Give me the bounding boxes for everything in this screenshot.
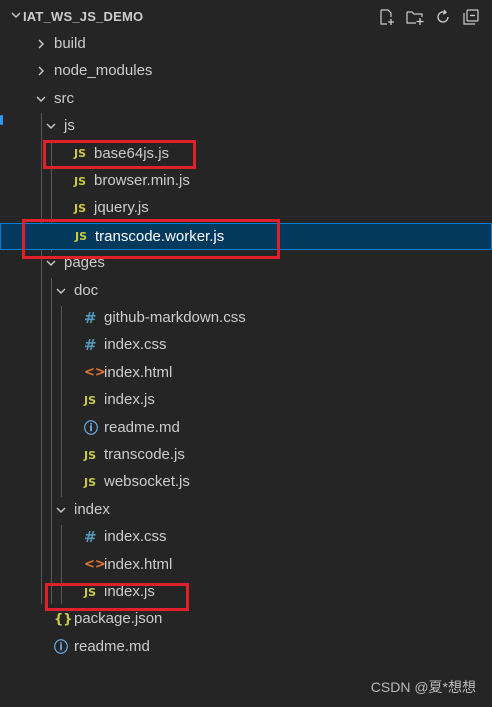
js-file-icon: JS (84, 393, 97, 407)
tree-item-label: index.js (104, 391, 155, 409)
collapse-all-icon[interactable] (460, 6, 482, 28)
html-file-icon: <> (84, 557, 106, 573)
js-file-icon: JS (84, 448, 97, 462)
tree-item-label: index (74, 500, 110, 518)
tree-item-label: index.css (104, 528, 167, 546)
css-file-icon: # (84, 309, 97, 327)
chevron-down-icon[interactable] (35, 93, 47, 105)
tree-file[interactable]: ⓘ readme.md (0, 415, 492, 442)
js-file-icon: JS (74, 174, 87, 188)
tree-item-label: index.css (104, 336, 167, 354)
tree-item-label: package.json (74, 610, 163, 628)
tree-folder[interactable]: src (0, 86, 492, 113)
tree-item-label: browser.min.js (94, 172, 190, 189)
tree-file[interactable]: JS index.js (0, 387, 492, 414)
js-file-icon: JS (74, 201, 87, 215)
chevron-down-icon[interactable] (45, 120, 57, 132)
chevron-down-icon[interactable] (55, 504, 67, 516)
tree-item-label: github-markdown.css (104, 309, 246, 326)
json-file-icon: {} (54, 611, 73, 627)
info-icon: ⓘ (84, 420, 98, 437)
tree-folder[interactable]: index (0, 497, 492, 524)
info-icon: ⓘ (54, 639, 68, 656)
tree-file[interactable]: # index.css (0, 524, 492, 551)
explorer-actions (376, 6, 482, 28)
tree-file[interactable]: <> index.html (0, 552, 492, 579)
tree-file[interactable]: <> index.html (0, 360, 492, 387)
css-file-icon: # (84, 336, 97, 355)
tree-item-label: node_modules (54, 62, 153, 80)
file-explorer: IAT_WS_JS_DEMO build node_modules src js… (0, 0, 492, 707)
tree-folder[interactable]: node_modules (0, 58, 492, 85)
css-file-icon: # (84, 528, 97, 547)
highlight-box (22, 219, 280, 259)
tree-item-label: doc (74, 281, 99, 299)
tree-file[interactable]: # github-markdown.css (0, 305, 492, 332)
workspace-title: IAT_WS_JS_DEMO (23, 9, 144, 24)
tree-file[interactable]: JS transcode.js (0, 442, 492, 469)
html-file-icon: <> (84, 365, 106, 381)
js-file-icon: JS (84, 475, 97, 489)
tree-item-label: jquery.js (94, 199, 149, 217)
refresh-icon[interactable] (432, 6, 454, 28)
explorer-header[interactable]: IAT_WS_JS_DEMO (0, 0, 492, 32)
tree-file[interactable]: JS browser.min.js (0, 168, 492, 195)
chevron-right-icon[interactable] (35, 38, 47, 50)
tree-item-label: src (54, 89, 74, 107)
tree-item-label: readme.md (74, 637, 150, 655)
chevron-down-icon[interactable] (10, 9, 22, 21)
new-folder-icon[interactable] (404, 6, 426, 28)
tree-file[interactable]: # index.css (0, 332, 492, 359)
chevron-down-icon[interactable] (55, 285, 67, 297)
new-file-icon[interactable] (376, 6, 398, 28)
tree-folder[interactable]: doc (0, 278, 492, 305)
tree-folder[interactable]: build (0, 31, 492, 58)
tree-item-label: transcode.js (104, 446, 185, 463)
tree-item-label: index.html (104, 363, 173, 381)
tree-item-label: readme.md (104, 418, 180, 436)
tree-item-label: index.html (104, 555, 173, 573)
tree-item-label: websocket.js (104, 473, 190, 491)
tree-file[interactable]: JS websocket.js (0, 469, 492, 496)
tree-file[interactable]: ⓘ readme.md (0, 634, 492, 661)
tree-folder[interactable]: js (0, 113, 492, 140)
chevron-right-icon[interactable] (35, 65, 47, 77)
highlight-box (45, 583, 189, 611)
watermark: CSDN @夏*想想 (370, 679, 476, 695)
tree-item-label: build (54, 35, 86, 52)
tree-item-label: js (64, 117, 75, 135)
highlight-box (43, 140, 196, 169)
